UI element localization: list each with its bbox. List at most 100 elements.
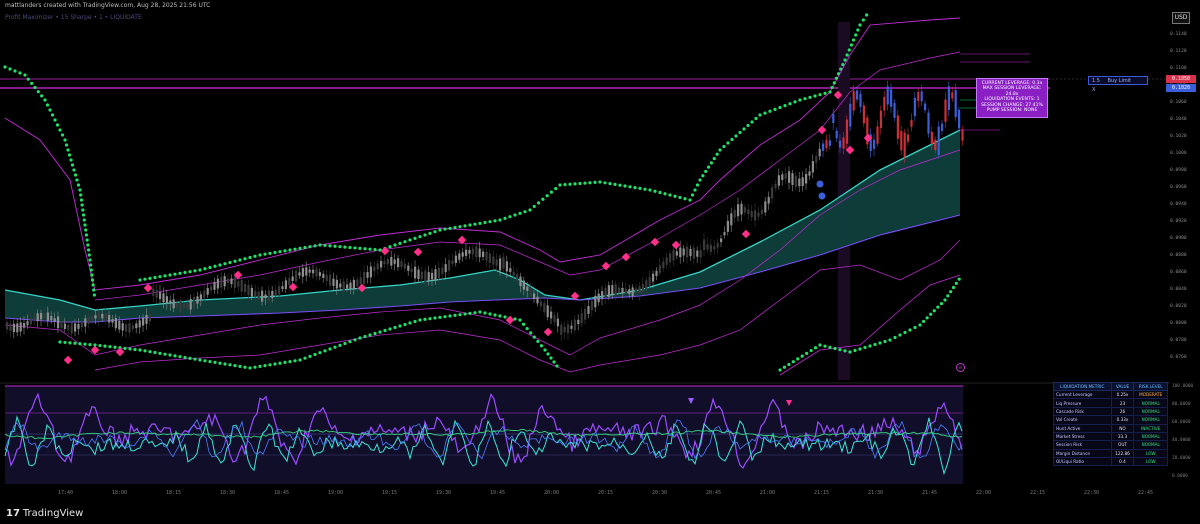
session-stats-box: CURRENT LEVERAGE: 0.3x MAX SESSION LEVER… — [976, 78, 1048, 118]
sar-dot — [23, 73, 27, 77]
candle-body — [284, 280, 287, 289]
table-row: Cascade Risk 26 NORMAL — [1053, 406, 1168, 417]
sar-dot — [91, 283, 95, 287]
time-label: 19:45 — [490, 490, 506, 496]
sar-dot — [903, 330, 907, 335]
sar-dot — [408, 238, 412, 242]
sar-dot — [532, 204, 536, 209]
sar-dot — [198, 268, 202, 272]
candle-body — [842, 137, 845, 149]
candle-body — [210, 286, 213, 291]
candle-body — [590, 301, 593, 311]
sar-dot — [63, 138, 67, 142]
oscillator-axis[interactable]: 100.0000 80.0000 60.0000 40.0000 20.0000… — [1170, 384, 1200, 484]
sar-dot — [458, 313, 462, 317]
candle-body — [437, 267, 440, 279]
sar-dot — [913, 325, 917, 330]
candle-body — [567, 324, 570, 334]
candle-body — [369, 266, 372, 278]
sar-dot — [81, 208, 85, 212]
sar-dot — [258, 253, 262, 257]
price-label: 0.0960 — [1170, 185, 1187, 190]
candle-body — [332, 278, 335, 286]
candle-body — [87, 316, 90, 324]
metric-name: Cascade Risk — [1053, 406, 1112, 417]
time-label: 18:00 — [112, 490, 128, 496]
sar-dot — [443, 227, 447, 231]
candle-body — [716, 242, 719, 248]
sar-dot — [86, 243, 90, 247]
candle-body — [281, 286, 284, 290]
sar-dot — [738, 130, 742, 135]
candle-body — [764, 201, 767, 213]
sar-dot — [946, 294, 950, 298]
lower-band-tail — [779, 274, 961, 376]
candle-body — [757, 212, 760, 217]
sar-dot — [939, 301, 944, 306]
sar-dot — [70, 163, 75, 167]
osc-axis-label: 100.0000 — [1172, 384, 1194, 389]
sar-dot — [303, 356, 307, 360]
candle-body — [176, 302, 179, 308]
candle-body — [206, 288, 209, 295]
metric-risk: LOW — [1133, 448, 1168, 459]
sar-dot — [683, 197, 687, 201]
sar-dot — [663, 192, 667, 196]
order-qty[interactable]: 1.5 — [1092, 78, 1100, 84]
candle-body — [679, 247, 682, 258]
sar-dot — [85, 238, 89, 242]
candle-body — [849, 103, 852, 127]
metric-name: Market Stress — [1053, 431, 1112, 442]
time-axis[interactable]: 17:40 18:00 18:15 18:30 18:45 19:00 19:15 19:30… — [0, 490, 1170, 500]
sar-dot — [800, 354, 804, 358]
candle-body — [856, 90, 859, 100]
sar-dot — [43, 98, 47, 102]
candle-body — [961, 129, 964, 141]
candle-body — [947, 86, 950, 111]
order-label[interactable]: Buy Limit — [1108, 78, 1132, 84]
buy-limit-order[interactable]: 1.5 Buy Limit X — [1088, 76, 1148, 93]
sar-dot — [323, 349, 327, 353]
candle-body — [597, 293, 600, 303]
sar-dot — [709, 161, 714, 165]
sar-dot — [549, 356, 553, 360]
candle-body — [465, 249, 468, 256]
sar-dot — [453, 225, 457, 230]
sar-dot — [173, 354, 177, 358]
candle-body — [706, 244, 709, 250]
sar-dot — [858, 347, 862, 351]
settings-gear-icon[interactable]: ⚙ — [956, 363, 965, 372]
sar-dot — [823, 344, 827, 348]
time-label: 21:15 — [814, 490, 830, 496]
candle-body — [230, 278, 233, 285]
sar-dot — [67, 153, 72, 157]
session-line: MAX SESSION LEVERAGE: 24.8x — [982, 86, 1042, 97]
sar-dot — [521, 322, 526, 326]
sar-dot — [643, 187, 647, 191]
metric-value: NO — [1110, 423, 1135, 433]
candle-body — [257, 291, 260, 299]
metric-risk: NORMAL — [1133, 406, 1168, 417]
candle-body — [271, 290, 274, 299]
time-label: 21:30 — [868, 490, 884, 496]
sar-dot — [26, 77, 30, 81]
sar-dot — [153, 275, 157, 280]
candle-body — [924, 103, 927, 111]
order-close-icon[interactable]: X — [1092, 87, 1095, 93]
signal-markers — [63, 90, 873, 365]
candle-body — [730, 213, 733, 226]
candle-body — [658, 265, 661, 273]
candle-body — [373, 266, 376, 272]
sar-dot — [518, 318, 522, 322]
sar-dot — [458, 225, 462, 229]
sar-dot — [861, 18, 865, 22]
sar-dot — [730, 137, 734, 142]
tradingview-logo[interactable]: 17 TradingView — [6, 508, 83, 519]
sar-dot — [787, 362, 791, 367]
candle-body — [308, 269, 311, 273]
sar-dot — [552, 360, 556, 364]
sar-dot — [503, 315, 507, 319]
sar-dot — [536, 339, 540, 344]
time-label: 20:00 — [544, 490, 560, 496]
candle-body — [366, 272, 369, 278]
